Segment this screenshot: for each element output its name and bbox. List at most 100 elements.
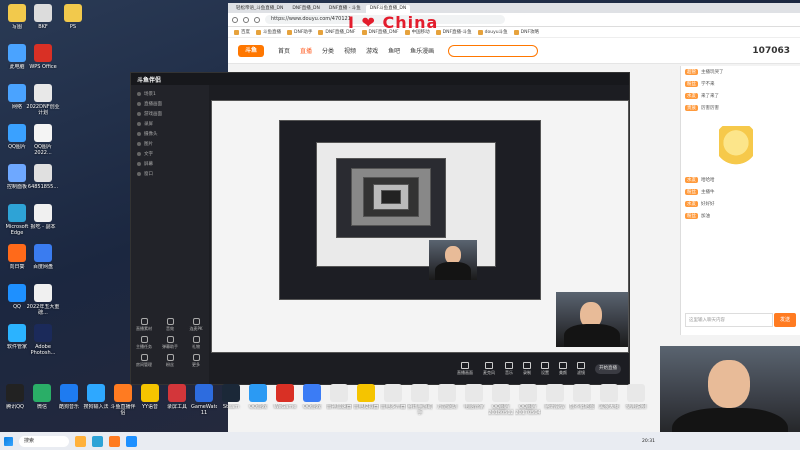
desktop-icon[interactable]: Steam	[218, 384, 244, 410]
qq-icon[interactable]	[126, 435, 137, 447]
eye-icon[interactable]	[137, 152, 141, 156]
eye-icon[interactable]	[137, 92, 141, 96]
tool-button[interactable]: 粉丝	[157, 354, 183, 368]
desktop-icon[interactable]: 万能驱动	[434, 384, 460, 410]
eye-icon[interactable]	[137, 172, 141, 176]
desktop-icon[interactable]: 使用说明	[623, 384, 649, 410]
nav-item[interactable]: 分类	[322, 46, 334, 55]
desktop-icon[interactable]: 录屏工具	[164, 384, 190, 410]
desktop-icon[interactable]: 百度网盘	[26, 244, 60, 270]
scene-item[interactable]: 图片	[131, 139, 209, 149]
desktop-icon[interactable]: QQ图片20180512	[488, 384, 514, 416]
desktop-icon[interactable]: 2022DNF创业计划	[26, 84, 60, 116]
scene-item[interactable]: 摄像头	[131, 129, 209, 139]
desktop-icon[interactable]: 64851855...	[26, 164, 60, 190]
desktop-icon[interactable]: BKF	[26, 4, 60, 30]
back-icon[interactable]	[232, 16, 238, 23]
desktop-icon[interactable]: WPS Office	[26, 44, 60, 70]
eye-icon[interactable]	[137, 132, 141, 136]
desktop-icon[interactable]: GameWatch 11	[191, 384, 217, 416]
eye-icon[interactable]	[137, 102, 141, 106]
nav-item[interactable]: 游戏	[366, 46, 378, 55]
tool-button[interactable]: 弹幕助手	[157, 336, 183, 350]
bottom-tool-button[interactable]: 麦克风	[483, 362, 495, 376]
nav-item[interactable]: 直播	[300, 46, 312, 55]
browser-tab[interactable]: DNF直播 - 斗鱼	[325, 5, 365, 13]
desktop-icon[interactable]: 腾讯手游助手	[407, 384, 433, 416]
send-button[interactable]: 发送	[774, 313, 796, 327]
scene-item[interactable]: 游戏画面	[131, 109, 209, 119]
eye-icon[interactable]	[137, 112, 141, 116]
desktop-icon[interactable]: 黑猴大赛	[596, 384, 622, 410]
douyu-icon[interactable]	[109, 435, 120, 447]
desktop-icon[interactable]: 微信	[29, 384, 55, 410]
desktop-icon[interactable]: 酷狗音乐	[56, 384, 82, 410]
tool-button[interactable]: 更多	[183, 354, 209, 368]
eye-icon[interactable]	[137, 122, 141, 126]
desktop-icon[interactable]: 雷电模拟器	[353, 384, 379, 410]
desktop-icon-label: Adobe Photosh...	[30, 344, 56, 356]
eye-icon[interactable]	[137, 142, 141, 146]
desktop-icon[interactable]: 腾讯会议	[542, 384, 568, 410]
desktop-icon[interactable]: QQ游戏	[245, 384, 271, 410]
scene-item[interactable]: 录屏	[131, 119, 209, 129]
desktop-icon[interactable]: 2022年五大重磅...	[26, 284, 60, 316]
edge-icon[interactable]	[92, 435, 103, 447]
bottom-tool-button[interactable]: 美颜	[559, 362, 567, 376]
scene-item[interactable]: 场景1	[131, 89, 209, 99]
desktop-icon[interactable]: 雷神加速器	[326, 384, 352, 410]
eye-icon[interactable]	[137, 162, 141, 166]
tool-button[interactable]: 礼物	[183, 336, 209, 350]
tool-button[interactable]: 主播任务	[131, 336, 157, 350]
bookmark-item[interactable]: 斗鱼直播	[256, 29, 281, 35]
tool-button[interactable]: 音效	[157, 318, 183, 332]
tool-button[interactable]: 连麦PK	[183, 318, 209, 332]
desktop-icon[interactable]: YY语音	[137, 384, 163, 410]
desktop-icon[interactable]: 斗鱼直播伴侣	[110, 384, 136, 416]
scene-item[interactable]: 文字	[131, 149, 209, 159]
desktop-icon[interactable]: 鼓不偏地图	[569, 384, 595, 410]
start-icon[interactable]	[4, 436, 13, 446]
go-live-button[interactable]: 开始直播	[595, 364, 621, 374]
desktop-icon[interactable]: 搜狗输入法	[83, 384, 109, 410]
desktop-icon[interactable]: QQ图片20170504	[515, 384, 541, 416]
chat-input[interactable]: 这里输入聊天内容	[685, 313, 773, 327]
desktop-icon[interactable]: 报吃 - 副本	[26, 204, 60, 230]
bookmark-item[interactable]: 百度	[234, 29, 250, 35]
desktop-icon[interactable]: PS	[56, 4, 90, 30]
scene-item[interactable]: 屏幕	[131, 159, 209, 169]
desktop-icon[interactable]: 腾讯QQ	[2, 384, 28, 410]
tool-button[interactable]: 直播素材	[131, 318, 157, 332]
desktop-icon[interactable]: QQ图片2022...	[26, 124, 60, 156]
nav-item[interactable]: 鱼乐漫画	[410, 46, 434, 55]
taskbar-search[interactable]: 搜索	[19, 435, 69, 447]
nav-item[interactable]: 视频	[344, 46, 356, 55]
nav-item[interactable]: 首页	[278, 46, 290, 55]
tool-button[interactable]: 房间管理	[131, 354, 157, 368]
bottom-tool-button[interactable]: 滤镜	[577, 362, 585, 376]
desktop-icon[interactable]: Adobe Photosh...	[26, 324, 60, 356]
bookmark-item[interactable]: douyu斗鱼	[477, 29, 508, 35]
forward-icon[interactable]	[243, 16, 249, 23]
reload-icon[interactable]	[254, 16, 260, 23]
scene-item[interactable]: 直播画面	[131, 99, 209, 109]
browser-tab[interactable]: DNF斗鱼直播_DN	[365, 5, 411, 13]
browser-tab[interactable]: 轻松帝语_斗鱼直播_DN	[232, 5, 287, 13]
folder-icon[interactable]	[75, 435, 86, 447]
nav-item[interactable]: 鱼吧	[388, 46, 400, 55]
desktop-icon[interactable]: WeGame	[272, 384, 298, 410]
bottom-tool-button[interactable]: 音乐	[505, 362, 513, 376]
bookmark-item[interactable]: DNF直播-斗鱼	[435, 29, 472, 35]
bookmark-item[interactable]: DNF助手	[287, 29, 312, 35]
bottom-tool-button[interactable]: 直播画面	[457, 362, 473, 376]
bottom-tool-button[interactable]: 录制	[523, 362, 531, 376]
bookmark-item[interactable]: DNF攻略	[513, 29, 539, 35]
douyu-logo[interactable]: 斗鱼	[238, 44, 264, 57]
bottom-tool-button[interactable]: 设置	[541, 362, 549, 376]
browser-tab[interactable]: DNF直播_DN	[288, 5, 324, 13]
scene-item[interactable]: 窗口	[131, 169, 209, 179]
desktop-icon[interactable]: QQ游戏	[299, 384, 325, 410]
search-input[interactable]	[448, 44, 539, 57]
desktop-icon[interactable]: 电脑管家	[461, 384, 487, 410]
desktop-icon[interactable]: 雷电多开器	[380, 384, 406, 410]
